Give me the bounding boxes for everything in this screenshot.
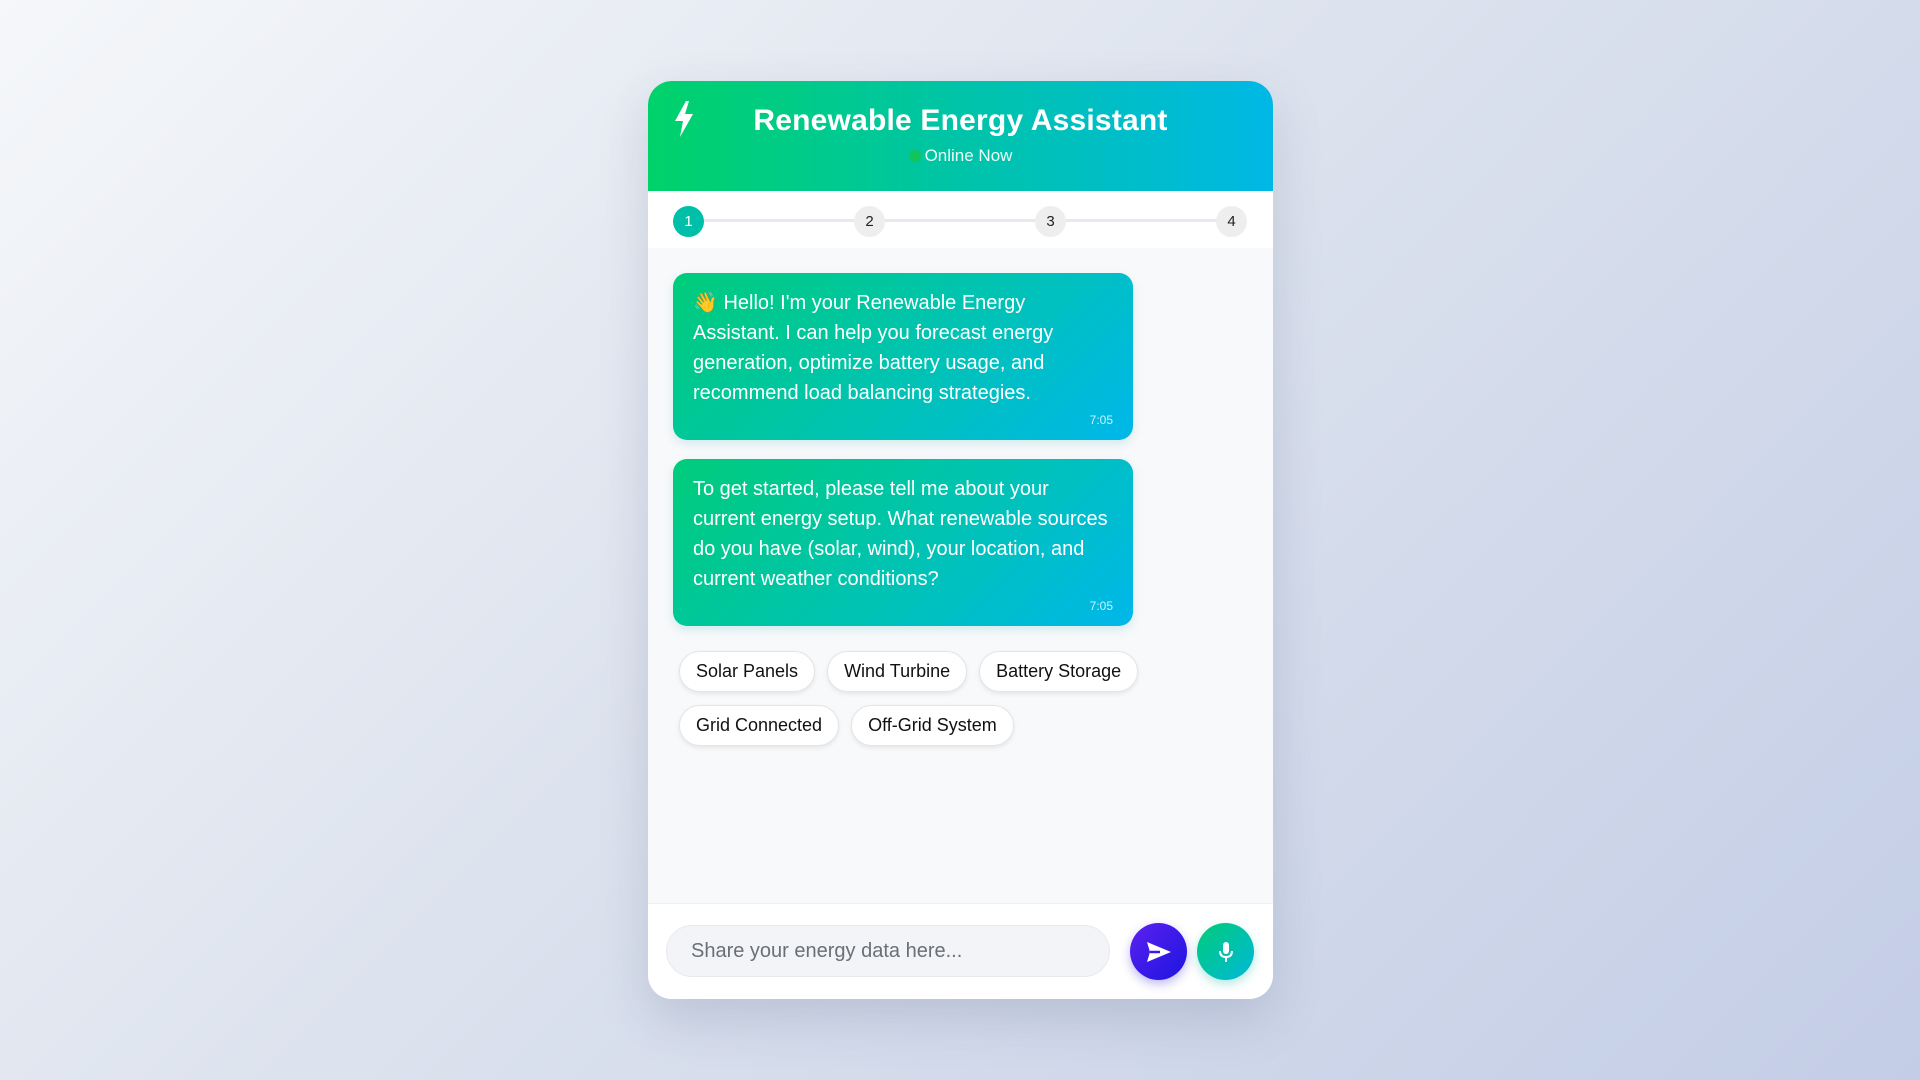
progress-stepper: 1 2 3 4 [648,191,1273,248]
quick-reply-solar-panels[interactable]: Solar Panels [679,651,816,692]
chat-window: Renewable Energy Assistant Online Now 1 … [648,81,1273,999]
send-button[interactable] [1130,923,1187,980]
send-icon [1146,941,1171,962]
message-list: 👋 Hello! I'm your Renewable Energy Assis… [648,248,1273,903]
quick-reply-off-grid-system[interactable]: Off-Grid System [851,705,1014,746]
message-time: 7:05 [1089,599,1113,613]
quick-reply-wind-turbine[interactable]: Wind Turbine [827,651,968,692]
microphone-button[interactable] [1197,923,1254,980]
step-2[interactable]: 2 [854,206,885,237]
status-dot [908,150,921,162]
quick-reply-battery-storage[interactable]: Battery Storage [979,651,1139,692]
message-text: To get started, please tell me about you… [693,478,1108,590]
chat-header: Renewable Energy Assistant Online Now [648,81,1273,191]
online-status: Online Now [648,146,1273,166]
stepper-track [688,219,1233,222]
page-title: Renewable Energy Assistant [753,104,1168,137]
input-bar [648,903,1273,999]
step-3[interactable]: 3 [1035,206,1066,237]
message-input[interactable] [666,925,1110,977]
message-time: 7:05 [1089,413,1113,427]
quick-reply-grid-connected[interactable]: Grid Connected [679,705,840,746]
step-1[interactable]: 1 [673,206,704,237]
status-text: Online Now [924,146,1013,165]
assistant-message: To get started, please tell me about you… [673,459,1133,626]
message-text: 👋 Hello! I'm your Renewable Energy Assis… [693,292,1054,404]
step-4[interactable]: 4 [1216,206,1247,237]
quick-replies: Solar Panels Wind Turbine Battery Storag… [679,651,1149,746]
assistant-message: 👋 Hello! I'm your Renewable Energy Assis… [673,273,1133,440]
microphone-icon [1218,941,1233,962]
